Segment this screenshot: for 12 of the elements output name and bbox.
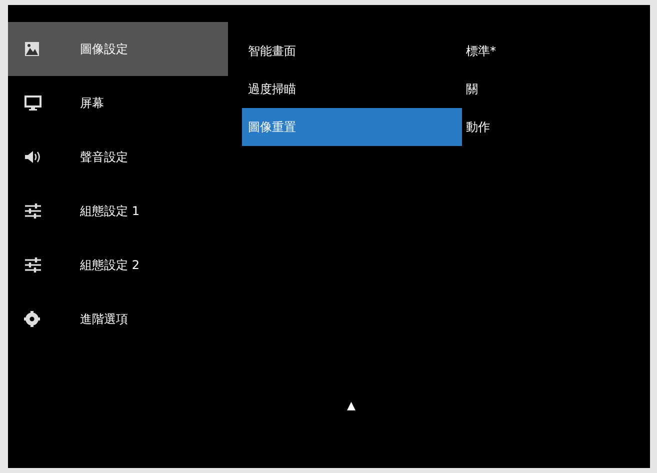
setting-value: 標準* bbox=[465, 43, 496, 60]
setting-value: 動作 bbox=[465, 119, 490, 136]
setting-value: 關 bbox=[465, 81, 478, 98]
sidebar-item[interactable]: 圖像設定 bbox=[8, 22, 228, 76]
scroll-up-arrow[interactable]: ▲ bbox=[347, 400, 356, 411]
setting-item[interactable]: 圖像重置 bbox=[242, 108, 462, 146]
sliders-icon bbox=[24, 203, 42, 219]
image-icon bbox=[24, 41, 40, 57]
speaker-icon bbox=[24, 150, 42, 164]
gear-icon bbox=[24, 311, 40, 327]
monitor-icon bbox=[24, 95, 42, 111]
sliders-icon bbox=[24, 257, 42, 273]
